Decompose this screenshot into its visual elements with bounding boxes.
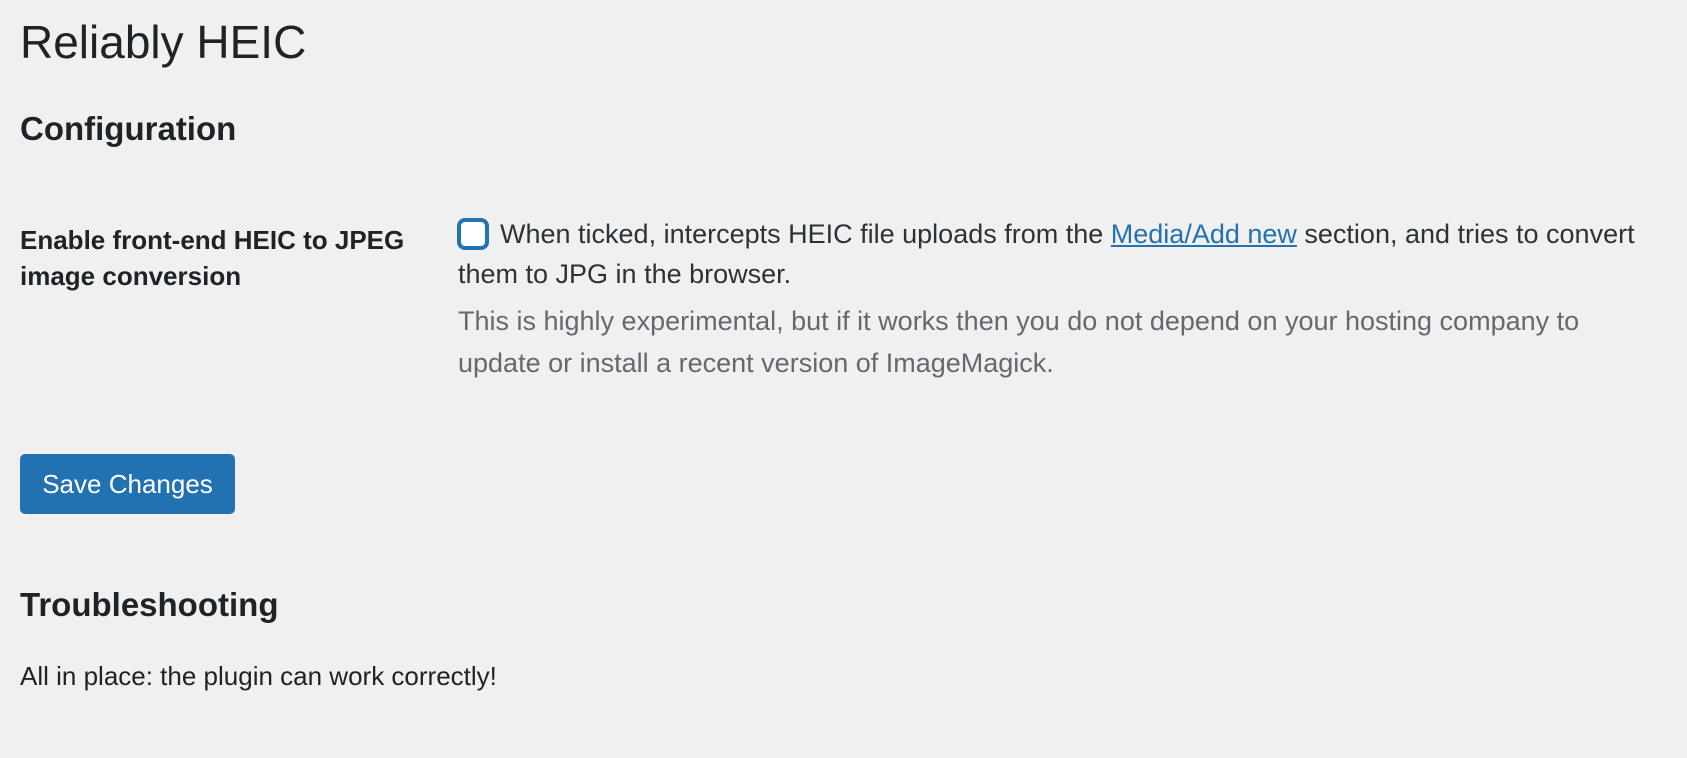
option-text-before-link: When ticked, intercepts HEIC file upload… [500, 219, 1111, 249]
heic-conversion-field: When ticked, intercepts HEIC file upload… [458, 214, 1668, 384]
page-title: Reliably HEIC [20, 16, 307, 68]
option-description: This is highly experimental, but if it w… [458, 306, 1580, 378]
heic-conversion-option: When ticked, intercepts HEIC file upload… [458, 214, 1668, 294]
media-add-new-link[interactable]: Media/Add new [1111, 219, 1297, 249]
troubleshooting-status: All in place: the plugin can work correc… [20, 661, 497, 691]
configuration-heading: Configuration [20, 110, 237, 147]
heic-conversion-label: Enable front-end HEIC to JPEG image conv… [20, 225, 405, 291]
heic-conversion-checkbox[interactable] [458, 219, 488, 249]
save-changes-button[interactable]: Save Changes [20, 454, 235, 514]
troubleshooting-heading: Troubleshooting [20, 586, 279, 623]
